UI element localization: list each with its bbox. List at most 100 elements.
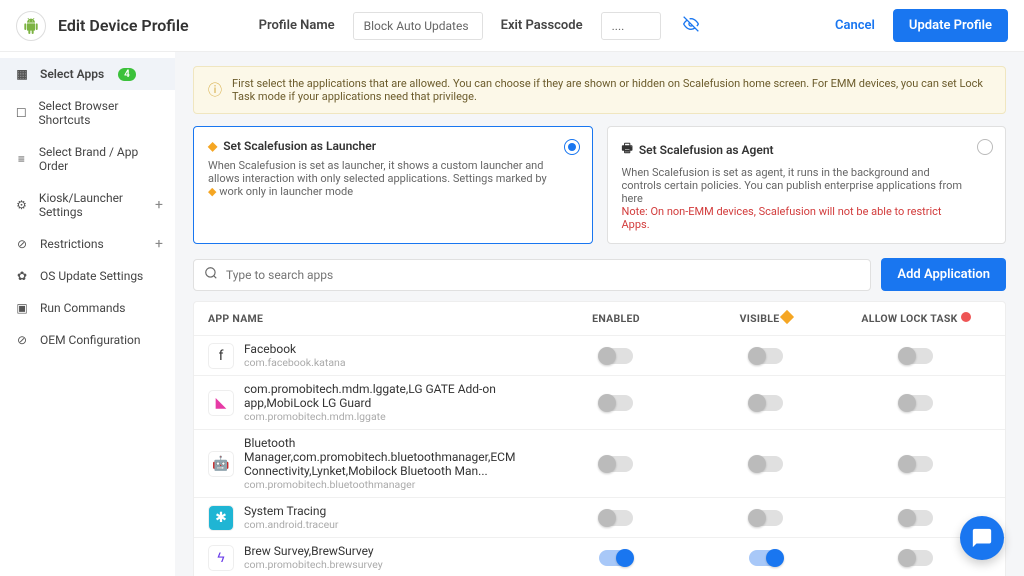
sidebar-item-label: Restrictions <box>40 237 104 251</box>
app-cell: ✱ System Tracing com.android.traceur <box>208 504 541 531</box>
gear-icon: ⚙ <box>14 198 29 212</box>
table-row: ϟ Brew Survey,BrewSurvey com.promobitech… <box>194 537 1005 576</box>
header: Edit Device Profile Profile Name Exit Pa… <box>0 0 1024 52</box>
eye-off-icon[interactable] <box>683 16 699 36</box>
exit-passcode-label: Exit Passcode <box>501 18 583 33</box>
sidebar-item-run-commands[interactable]: ▣ Run Commands <box>0 292 175 324</box>
sidebar-item-kiosk-settings[interactable]: ⚙ Kiosk/Launcher Settings + <box>0 182 175 228</box>
expand-icon[interactable]: + <box>155 197 163 213</box>
sidebar-item-label: OEM Configuration <box>40 333 141 347</box>
mode-launcher-card[interactable]: ◆ Set Scalefusion as Launcher When Scale… <box>193 126 593 244</box>
terminal-icon: ▣ <box>14 301 30 315</box>
rocket-icon: ◆ <box>208 185 216 198</box>
search-box[interactable] <box>193 259 871 291</box>
sidebar-item-label: Run Commands <box>40 301 125 315</box>
sidebar-item-oem-config[interactable]: ⊘ OEM Configuration <box>0 324 175 356</box>
visible-toggle[interactable] <box>749 456 783 472</box>
visible-toggle[interactable] <box>749 348 783 364</box>
mode-cards: ◆ Set Scalefusion as Launcher When Scale… <box>193 126 1006 244</box>
page-title: Edit Device Profile <box>58 16 189 35</box>
app-icon: ◣ <box>208 390 234 416</box>
sidebar-item-os-update[interactable]: ✿ OS Update Settings <box>0 260 175 292</box>
android-icon <box>23 18 39 34</box>
chat-button[interactable] <box>960 516 1004 560</box>
card-title-text: Set Scalefusion as Agent <box>639 143 774 157</box>
header-actions: Cancel Update Profile <box>835 9 1008 42</box>
visible-toggle[interactable] <box>749 510 783 526</box>
locktask-toggle[interactable] <box>899 395 933 411</box>
col-appname: APP NAME <box>208 312 541 325</box>
locktask-toggle[interactable] <box>899 348 933 364</box>
sidebar-item-restrictions[interactable]: ⊘ Restrictions + <box>0 228 175 260</box>
sidebar: ▦ Select Apps 4 ☐ Select Browser Shortcu… <box>0 52 175 576</box>
visible-toggle[interactable] <box>749 550 783 566</box>
locktask-toggle[interactable] <box>899 510 933 526</box>
locktask-toggle[interactable] <box>899 456 933 472</box>
update-profile-button[interactable]: Update Profile <box>893 9 1008 42</box>
locktask-toggle[interactable] <box>899 550 933 566</box>
app-name: Brew Survey,BrewSurvey <box>244 544 383 558</box>
add-application-button[interactable]: Add Application <box>881 258 1006 291</box>
sidebar-item-label: Select Browser Shortcuts <box>39 99 161 127</box>
enabled-toggle[interactable] <box>599 510 633 526</box>
visible-toggle[interactable] <box>749 395 783 411</box>
app-package: com.promobitech.brewsurvey <box>244 558 383 571</box>
header-fields: Profile Name Exit Passcode <box>259 12 699 40</box>
profile-name-label: Profile Name <box>259 18 335 33</box>
search-input[interactable] <box>226 268 860 282</box>
rocket-icon: ◆ <box>208 139 217 153</box>
enabled-toggle[interactable] <box>599 395 633 411</box>
sidebar-item-browser-shortcuts[interactable]: ☐ Select Browser Shortcuts <box>0 90 175 136</box>
app-icon: ϟ <box>208 545 234 571</box>
app-logo <box>16 11 46 41</box>
radio-unselected[interactable] <box>977 139 993 155</box>
search-icon <box>204 266 218 284</box>
app-icon: ✱ <box>208 505 234 531</box>
expand-icon[interactable]: + <box>155 236 163 252</box>
col-locktask: ALLOW LOCK TASK <box>841 312 991 325</box>
app-name: Bluetooth Manager,com.promobitech.blueto… <box>244 436 541 478</box>
block-icon: ⊘ <box>14 237 30 251</box>
bookmark-icon: ☐ <box>14 106 29 120</box>
block-icon: ⊘ <box>14 333 30 347</box>
main-content: ⓘ First select the applications that are… <box>175 52 1024 576</box>
sidebar-item-brand-order[interactable]: ≡ Select Brand / App Order <box>0 136 175 182</box>
app-package: com.android.traceur <box>244 518 339 531</box>
sidebar-item-label: Kiosk/Launcher Settings <box>39 191 161 219</box>
col-enabled: ENABLED <box>541 312 691 325</box>
table-row: 🤖 Bluetooth Manager,com.promobitech.blue… <box>194 429 1005 497</box>
apps-count-badge: 4 <box>118 68 136 81</box>
profile-name-input[interactable] <box>353 12 483 40</box>
sidebar-item-label: Select Brand / App Order <box>39 145 161 173</box>
exit-passcode-input[interactable] <box>601 12 661 40</box>
info-banner: ⓘ First select the applications that are… <box>193 66 1006 114</box>
app-icon: f <box>208 343 234 369</box>
radio-selected[interactable] <box>564 139 580 155</box>
app-cell: ϟ Brew Survey,BrewSurvey com.promobitech… <box>208 544 541 571</box>
info-text: First select the applications that are a… <box>232 77 991 103</box>
app-name: com.promobitech.mdm.lggate,LG GATE Add-o… <box>244 382 541 410</box>
enabled-toggle[interactable] <box>599 456 633 472</box>
chat-icon <box>971 527 993 549</box>
card-note: Note: On non-EMM devices, Scalefusion wi… <box>622 205 964 231</box>
sidebar-item-label: Select Apps <box>40 67 104 81</box>
app-name: Facebook <box>244 342 346 356</box>
app-package: com.promobitech.bluetoothmanager <box>244 478 541 491</box>
col-visible: VISIBLE <box>691 312 841 325</box>
table-row: ✱ System Tracing com.android.traceur <box>194 497 1005 537</box>
sort-icon: ≡ <box>14 152 29 166</box>
sidebar-item-select-apps[interactable]: ▦ Select Apps 4 <box>0 58 175 90</box>
enabled-toggle[interactable] <box>599 550 633 566</box>
mode-agent-card[interactable]: 🖶 Set Scalefusion as Agent When Scalefus… <box>607 126 1007 244</box>
sidebar-item-label: OS Update Settings <box>40 269 143 283</box>
app-package: com.promobitech.mdm.lggate <box>244 410 541 423</box>
cancel-button[interactable]: Cancel <box>835 18 875 33</box>
table-row: f Facebook com.facebook.katana <box>194 335 1005 375</box>
diamond-icon <box>780 310 794 324</box>
app-name: System Tracing <box>244 504 339 518</box>
apps-icon: ▦ <box>14 67 30 81</box>
update-icon: ✿ <box>14 269 30 283</box>
agent-icon: 🖶 <box>622 139 633 160</box>
enabled-toggle[interactable] <box>599 348 633 364</box>
warn-icon <box>961 312 971 322</box>
